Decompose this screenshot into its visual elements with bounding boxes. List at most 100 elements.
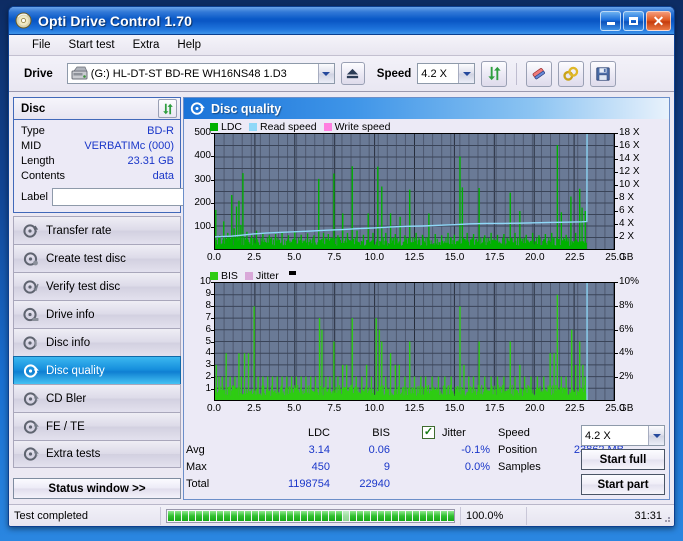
drive-label: Drive xyxy=(24,67,53,80)
y-tick-right: 4 X xyxy=(619,218,635,229)
test-speed-value: 4.2 X xyxy=(585,429,611,442)
legend-marker xyxy=(288,271,296,275)
sidebar-item-extra-tests[interactable]: Extra tests xyxy=(13,440,181,468)
jitter-checkbox-box[interactable]: ✓ xyxy=(422,426,435,439)
disc-label-input[interactable] xyxy=(51,188,202,206)
ldc-chart-legend: LDC Read speed Write speed xyxy=(210,121,394,133)
y-tick-mark xyxy=(211,341,214,343)
sidebar-item-label: Create test disc xyxy=(46,252,126,265)
minimize-button[interactable] xyxy=(600,10,621,31)
samples-result-label: Samples xyxy=(498,461,541,473)
refresh-button[interactable] xyxy=(481,60,508,87)
status-window-button[interactable]: Status window >> xyxy=(13,478,181,499)
eject-button[interactable] xyxy=(340,62,365,85)
results-row-avg: Avg xyxy=(186,444,205,456)
sidebar-item-fe-te[interactable]: FE / TE xyxy=(13,412,181,440)
drive-select[interactable]: (G:) HL-DT-ST BD-RE WH16NS48 1.D3 xyxy=(66,63,335,84)
title-bar[interactable]: Opti Drive Control 1.70 ✕ xyxy=(9,7,674,35)
disc-type-label: Type xyxy=(21,125,45,137)
x-tick: 0.0 xyxy=(207,403,221,414)
drive-select-chevron-down-icon[interactable] xyxy=(317,64,334,83)
y-tick-mark xyxy=(615,329,618,331)
disc-speed-icon xyxy=(23,223,39,239)
erase-button[interactable] xyxy=(526,60,553,87)
legend-swatch-read-speed xyxy=(249,123,258,131)
sidebar-item-transfer-rate[interactable]: Transfer rate xyxy=(13,216,181,244)
speed-select-chevron-down-icon[interactable] xyxy=(458,64,475,83)
jitter-checkbox[interactable]: ✓ xyxy=(422,426,435,439)
y-tick-mark xyxy=(615,198,618,199)
legend-swatch-jitter xyxy=(244,272,253,280)
y-tick-mark xyxy=(615,146,618,147)
sidebar-item-label: Extra tests xyxy=(46,448,101,460)
y-tick-mark xyxy=(211,353,214,355)
y-tick-mark xyxy=(615,172,618,173)
maximize-button[interactable] xyxy=(623,10,644,31)
sidebar-item-create-test-disc[interactable]: Create test disc xyxy=(13,244,181,272)
y-tick-right: 14 X xyxy=(619,153,640,164)
legend-entry-bis: BIS xyxy=(210,270,238,282)
x-tick: 17.5 xyxy=(484,403,505,414)
legend-label-ldc: LDC xyxy=(221,121,243,133)
y-tick-mark xyxy=(615,224,618,225)
sidebar-item-cd-bler[interactable]: CD Bler xyxy=(13,384,181,412)
close-button[interactable]: ✕ xyxy=(646,10,671,31)
y-tick-right: 6 X xyxy=(619,205,635,216)
test-speed-chevron-down-icon[interactable] xyxy=(648,426,664,445)
results-col-ldc: LDC xyxy=(307,427,330,439)
y-tick-mark xyxy=(615,133,618,134)
disc-refresh-button[interactable] xyxy=(158,99,177,118)
bis-plot-area xyxy=(214,282,615,401)
y-tick-right: 4% xyxy=(619,347,634,359)
start-part-button[interactable]: Start part xyxy=(581,474,665,495)
position-result-label: Position xyxy=(498,444,538,456)
avg-bis-value: 0.06 xyxy=(368,444,390,456)
bis-chart-legend: BIS Jitter xyxy=(210,270,296,282)
settings-button[interactable] xyxy=(558,60,585,87)
refresh-icon xyxy=(488,66,501,81)
y-tick-mark xyxy=(615,185,618,186)
max-ldc-value: 450 xyxy=(311,461,330,473)
disc-row-contents: Contents data xyxy=(21,169,174,184)
disc-fete-icon xyxy=(23,419,39,435)
y-tick-left: 400 xyxy=(194,150,211,162)
legend-entry-read-speed: Read speed xyxy=(249,121,317,133)
results-col-bis: BIS xyxy=(372,427,390,439)
settings-icon xyxy=(563,66,579,81)
sidebar-item-label: Disc quality xyxy=(46,364,105,377)
resize-grip-icon[interactable] xyxy=(660,512,672,524)
disc-mid-value: VERBATIMc (000) xyxy=(84,140,174,152)
x-tick: 2.5 xyxy=(247,252,262,263)
sidebar-item-disc-quality[interactable]: Disc quality xyxy=(13,356,181,384)
legend-label-bis: BIS xyxy=(221,270,238,282)
status-window-wrap: Status window >> xyxy=(13,478,181,499)
menu-file[interactable]: File xyxy=(23,37,60,53)
menu-extra[interactable]: Extra xyxy=(124,37,169,53)
disc-label-row: Label xyxy=(21,187,222,207)
test-speed-select[interactable]: 4.2 X xyxy=(581,425,665,446)
save-button[interactable] xyxy=(590,60,617,87)
x-tick: 20.0 xyxy=(525,403,545,414)
speed-label: Speed xyxy=(376,67,412,80)
x-tick: 20.0 xyxy=(525,252,545,263)
disc-row-type: Type BD-R xyxy=(21,124,174,139)
drive-value: (G:) HL-DT-ST BD-RE WH16NS48 1.D3 xyxy=(90,67,287,80)
sidebar-item-verify-test-disc[interactable]: Verify test disc xyxy=(13,272,181,300)
total-ldc-value: 1198754 xyxy=(287,478,330,490)
x-tick: 2.5 xyxy=(247,403,262,414)
sidebar-item-label: CD Bler xyxy=(46,392,87,405)
speed-select[interactable]: 4.2 X xyxy=(417,63,476,84)
y-tick-right: 12 X xyxy=(619,166,640,177)
start-full-button[interactable]: Start full xyxy=(581,449,665,470)
disc-contents-label: Contents xyxy=(21,170,66,182)
legend-swatch-write-speed xyxy=(323,123,332,131)
disc-row-length: Length 23.31 GB xyxy=(21,154,174,169)
sidebar-item-disc-info[interactable]: Disc info xyxy=(13,328,181,356)
menu-help[interactable]: Help xyxy=(168,37,210,53)
x-tick: 5.0 xyxy=(287,252,302,263)
menu-start-test[interactable]: Start test xyxy=(60,37,124,53)
sidebar-item-drive-info[interactable]: Drive info xyxy=(13,300,181,328)
y-tick-left: 500 xyxy=(194,127,211,138)
legend-entry-jitter: Jitter xyxy=(244,270,279,282)
legend-label-jitter: Jitter xyxy=(255,270,279,282)
